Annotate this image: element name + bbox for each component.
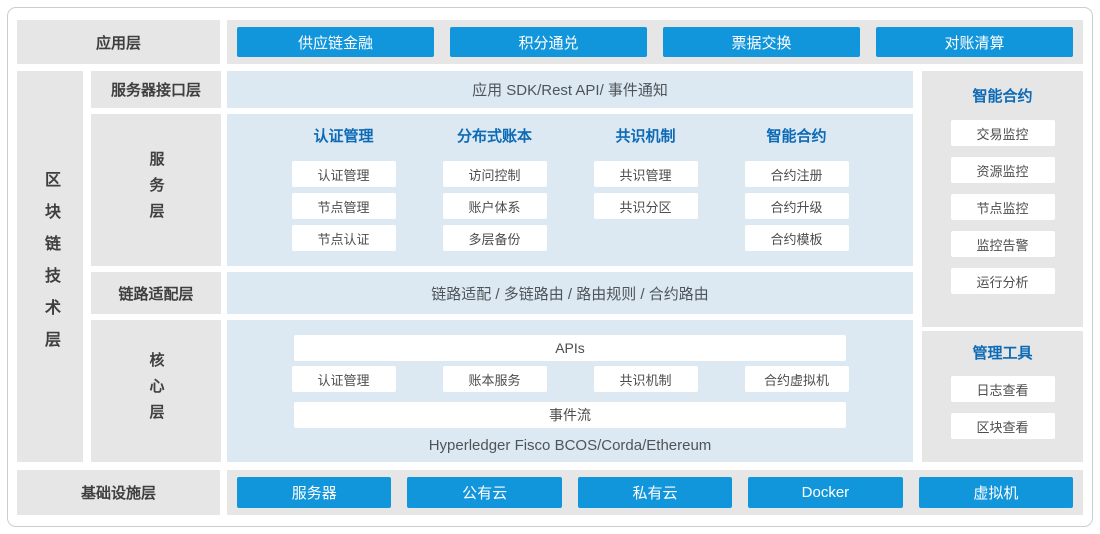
blockchain-tech-layer-box: 区块链技术层 bbox=[17, 71, 83, 462]
node-contract-register: 合约注册 bbox=[745, 161, 849, 187]
node-access-control: 访问控制 bbox=[443, 161, 547, 187]
service-layer-panel: 认证管理 认证管理 节点管理 节点认证 分布式账本 访问控制 账户体系 多层备份… bbox=[227, 114, 913, 266]
node-node-monitor: 节点监控 bbox=[951, 194, 1055, 220]
node-event-stream-bar: 事件流 bbox=[294, 402, 846, 428]
service-column-auth-header: 认证管理 bbox=[268, 127, 419, 147]
server-interface-layer-strip: 应用 SDK/Rest API/ 事件通知 bbox=[227, 71, 913, 108]
management-tools-panel: 管理工具 日志查看 区块查看 bbox=[922, 331, 1083, 462]
smart-contract-monitor-header: 智能合约 bbox=[922, 87, 1083, 107]
node-node-authentication: 节点认证 bbox=[292, 225, 396, 251]
node-node-management: 节点管理 bbox=[292, 193, 396, 219]
service-column-contract-header: 智能合约 bbox=[721, 127, 872, 147]
node-ledger-service: 账本服务 bbox=[443, 366, 547, 392]
node-transaction-monitor: 交易监控 bbox=[951, 120, 1055, 146]
infrastructure-layer-label: 基础设施层 bbox=[81, 482, 156, 503]
node-account-system: 账户体系 bbox=[443, 193, 547, 219]
node-reconciliation-clearing: 对账清算 bbox=[876, 27, 1073, 57]
node-contract-template: 合约模板 bbox=[745, 225, 849, 251]
link-adapter-text: 链路适配 / 多链路由 / 路由规则 / 合约路由 bbox=[431, 283, 709, 304]
node-bill-exchange: 票据交换 bbox=[663, 27, 860, 57]
node-multilayer-backup: 多层备份 bbox=[443, 225, 547, 251]
core-layer-panel: APIs 认证管理 账本服务 共识机制 合约虚拟机 事件流 Hyperledge… bbox=[227, 320, 913, 462]
service-column-auth: 认证管理 认证管理 节点管理 节点认证 bbox=[268, 127, 419, 257]
node-auth-management: 认证管理 bbox=[292, 161, 396, 187]
node-consensus-management: 共识管理 bbox=[594, 161, 698, 187]
node-consensus-partition: 共识分区 bbox=[594, 193, 698, 219]
service-column-consensus-header: 共识机制 bbox=[570, 127, 721, 147]
infrastructure-layer-strip: 服务器 公有云 私有云 Docker 虚拟机 bbox=[227, 470, 1083, 515]
node-server: 服务器 bbox=[237, 477, 391, 508]
node-points-exchange: 积分通兑 bbox=[450, 27, 647, 57]
server-interface-layer-label: 服务器接口层 bbox=[111, 79, 201, 100]
sdk-api-text: 应用 SDK/Rest API/ 事件通知 bbox=[472, 79, 668, 100]
server-interface-layer-label-box: 服务器接口层 bbox=[91, 71, 221, 108]
blockchain-tech-layer-label: 区块链技术层 bbox=[38, 171, 62, 363]
application-layer-label: 应用层 bbox=[96, 32, 141, 53]
node-contract-upgrade: 合约升级 bbox=[745, 193, 849, 219]
node-virtual-machine: 虚拟机 bbox=[919, 477, 1073, 508]
node-resource-monitor: 资源监控 bbox=[951, 157, 1055, 183]
node-contract-vm: 合约虚拟机 bbox=[745, 366, 849, 392]
node-docker: Docker bbox=[748, 477, 902, 508]
smart-contract-monitor-panel: 智能合约 交易监控 资源监控 节点监控 监控告警 运行分析 bbox=[922, 71, 1083, 327]
node-core-auth-management: 认证管理 bbox=[292, 366, 396, 392]
node-private-cloud: 私有云 bbox=[578, 477, 732, 508]
link-adapter-layer-label: 链路适配层 bbox=[118, 283, 193, 304]
management-tools-header: 管理工具 bbox=[922, 344, 1083, 364]
service-layer-label-box: 服务层 bbox=[91, 114, 221, 266]
node-consensus-mechanism: 共识机制 bbox=[594, 366, 698, 392]
link-adapter-layer-strip: 链路适配 / 多链路由 / 路由规则 / 合约路由 bbox=[227, 272, 913, 314]
core-layer-label: 核心层 bbox=[146, 352, 167, 430]
application-layer-label-box: 应用层 bbox=[17, 20, 220, 64]
service-column-contract: 智能合约 合约注册 合约升级 合约模板 bbox=[721, 127, 872, 257]
infrastructure-layer-label-box: 基础设施层 bbox=[17, 470, 220, 515]
service-column-consensus: 共识机制 共识管理 共识分区 bbox=[570, 127, 721, 257]
application-layer-strip: 供应链金融 积分通兑 票据交换 对账清算 bbox=[227, 20, 1083, 64]
core-layer-label-box: 核心层 bbox=[91, 320, 221, 462]
service-column-ledger: 分布式账本 访问控制 账户体系 多层备份 bbox=[419, 127, 570, 257]
node-log-viewer: 日志查看 bbox=[951, 376, 1055, 402]
node-operation-analysis: 运行分析 bbox=[951, 268, 1055, 294]
node-supply-chain-finance: 供应链金融 bbox=[237, 27, 434, 57]
node-public-cloud: 公有云 bbox=[407, 477, 561, 508]
node-apis-bar: APIs bbox=[294, 335, 846, 361]
service-layer-label: 服务层 bbox=[146, 151, 167, 229]
service-column-ledger-header: 分布式账本 bbox=[419, 127, 570, 147]
node-block-viewer: 区块查看 bbox=[951, 413, 1055, 439]
link-adapter-layer-label-box: 链路适配层 bbox=[91, 272, 221, 314]
platforms-text: Hyperledger Fisco BCOS/Corda/Ethereum bbox=[227, 437, 913, 454]
node-monitor-alert: 监控告警 bbox=[951, 231, 1055, 257]
